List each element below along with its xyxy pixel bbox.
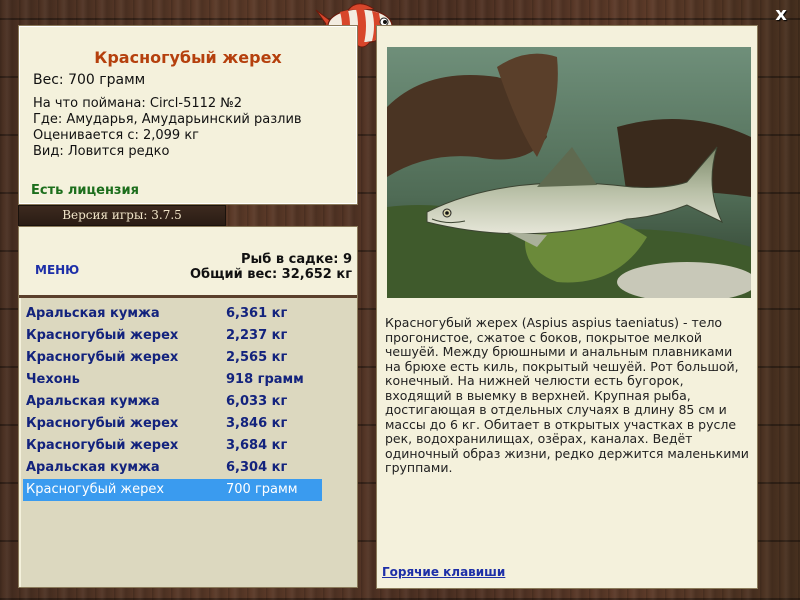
keepnet-panel: МЕНЮ Рыб в садке: 9 Общий вес: 32,652 кг… <box>18 226 358 588</box>
fish-bait: На что поймана: Circl-5112 №2 <box>33 96 243 111</box>
list-item-weight: 3,846 кг <box>226 416 288 431</box>
list-item[interactable]: Красногубый жерех 2,565 кг <box>23 347 322 369</box>
fish-photo <box>387 47 751 298</box>
list-item-name: Красногубый жерех <box>26 416 179 431</box>
list-item[interactable]: Аральская кумжа 6,033 кг <box>23 391 322 413</box>
game-version: Версия игры: 3.7.5 <box>18 205 226 226</box>
list-item-weight: 2,565 кг <box>226 350 288 365</box>
list-item[interactable]: Красногубый жерех 3,684 кг <box>23 435 322 457</box>
description-panel: Красногубый жерех (Aspius aspius taeniat… <box>376 25 758 589</box>
close-icon: x <box>775 4 787 25</box>
list-item[interactable]: Аральская кумжа 6,304 кг <box>23 457 322 479</box>
list-item-name: Аральская кумжа <box>26 394 160 409</box>
list-item-name: Аральская кумжа <box>26 460 160 475</box>
list-item-name: Красногубый жерех <box>26 482 165 497</box>
list-item-weight: 6,033 кг <box>226 394 288 409</box>
fish-location: Где: Амударья, Амударьинский разлив <box>33 112 302 127</box>
list-item-name: Аральская кумжа <box>26 306 160 321</box>
fish-rarity: Вид: Ловится редко <box>33 144 170 159</box>
list-item-name: Красногубый жерех <box>26 438 179 453</box>
list-item[interactable]: Чехонь 918 грамм <box>23 369 322 391</box>
menu-button[interactable]: МЕНЮ <box>35 263 79 277</box>
list-item-weight: 3,684 кг <box>226 438 288 453</box>
list-item-name: Красногубый жерех <box>26 328 179 343</box>
list-item[interactable]: Аральская кумжа 6,361 кг <box>23 303 322 325</box>
close-button[interactable]: x <box>772 6 790 24</box>
list-item-weight: 918 грамм <box>226 372 304 387</box>
list-item-selected[interactable]: Красногубый жерех 700 грамм <box>23 479 322 501</box>
list-item[interactable]: Красногубый жерех 2,237 кг <box>23 325 322 347</box>
list-item-weight: 6,304 кг <box>226 460 288 475</box>
fish-title: Красногубый жерех <box>94 48 282 67</box>
fish-weight: Вес: 700 грамм <box>33 72 146 88</box>
fish-count: Рыб в садке: 9 <box>240 252 352 267</box>
hotkeys-link[interactable]: Горячие клавиши <box>382 565 505 579</box>
total-weight: Общий вес: 32,652 кг <box>189 267 352 282</box>
catch-list[interactable]: Аральская кумжа 6,361 кг Красногубый жер… <box>21 298 357 587</box>
list-item-name: Чехонь <box>26 372 80 387</box>
list-item-weight: 6,361 кг <box>226 306 288 321</box>
list-item-name: Красногубый жерех <box>26 350 179 365</box>
fish-info-panel: Красногубый жерех Вес: 700 грамм На что … <box>18 25 358 205</box>
fish-description: Красногубый жерех (Aspius aspius taeniat… <box>385 315 749 475</box>
list-item-weight: 2,237 кг <box>226 328 288 343</box>
list-item-weight: 700 грамм <box>226 482 298 497</box>
list-item[interactable]: Красногубый жерех 3,846 кг <box>23 413 322 435</box>
license-status: Есть лицензия <box>31 183 139 198</box>
fish-valued: Оценивается с: 2,099 кг <box>33 128 200 143</box>
